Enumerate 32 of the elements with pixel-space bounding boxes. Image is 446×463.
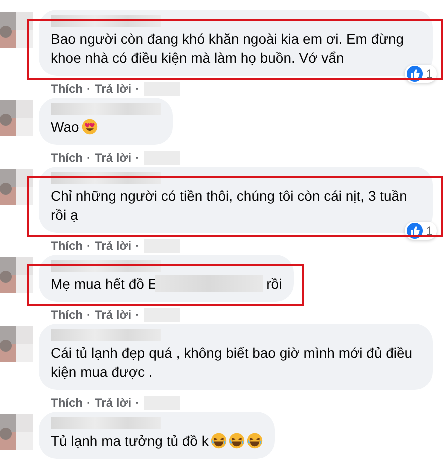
separator-dot: ·	[136, 82, 140, 96]
laughing-emoji-icon	[246, 433, 263, 449]
comment-text: Tủ lạnh ma tưởng tủ đồ k	[51, 433, 209, 449]
separator-dot: ·	[136, 239, 140, 253]
reply-link[interactable]: Trả lời	[95, 396, 132, 410]
reply-link[interactable]: Trả lời	[95, 239, 132, 253]
reply-link[interactable]: Trả lời	[95, 151, 132, 165]
like-link[interactable]: Thích	[51, 82, 83, 96]
separator-dot: ·	[87, 308, 91, 322]
laughing-emoji-icon	[210, 433, 227, 449]
like-link[interactable]: Thích	[51, 151, 83, 165]
like-icon	[407, 223, 424, 239]
laughing-emoji-icon	[228, 433, 245, 449]
like-link[interactable]: Thích	[51, 308, 83, 322]
separator-dot: ·	[136, 396, 140, 410]
comment-text: Cái tủ lạnh đẹp quá , không biết bao giờ mình mới đủ điều kiện mua được .	[51, 345, 413, 380]
like-icon	[407, 66, 424, 82]
like-link[interactable]: Thích	[51, 239, 83, 253]
separator-dot: ·	[136, 308, 140, 322]
separator-dot: ·	[87, 396, 91, 410]
separator-dot: ·	[87, 239, 91, 253]
heart-eyes-emoji-icon	[82, 119, 98, 135]
like-link[interactable]: Thích	[51, 396, 83, 410]
comment-text: Bao người còn đang khó khăn ngoài kia em ơi. Em đừng khoe nhà có điều kiện mà làm họ buồn. Vớ vẩn	[51, 31, 404, 66]
reply-link[interactable]: Trả lời	[95, 82, 132, 96]
comment-text: rồi	[266, 276, 282, 292]
separator-dot: ·	[136, 151, 140, 165]
separator-dot: ·	[87, 151, 91, 165]
comment-text: Chỉ những người có tiền thôi, chúng tôi còn cái nịt, 3 tuần rồi ạ	[51, 188, 408, 223]
comment-text: Wao	[51, 119, 80, 135]
separator-dot: ·	[87, 82, 91, 96]
reply-link[interactable]: Trả lời	[95, 308, 132, 322]
